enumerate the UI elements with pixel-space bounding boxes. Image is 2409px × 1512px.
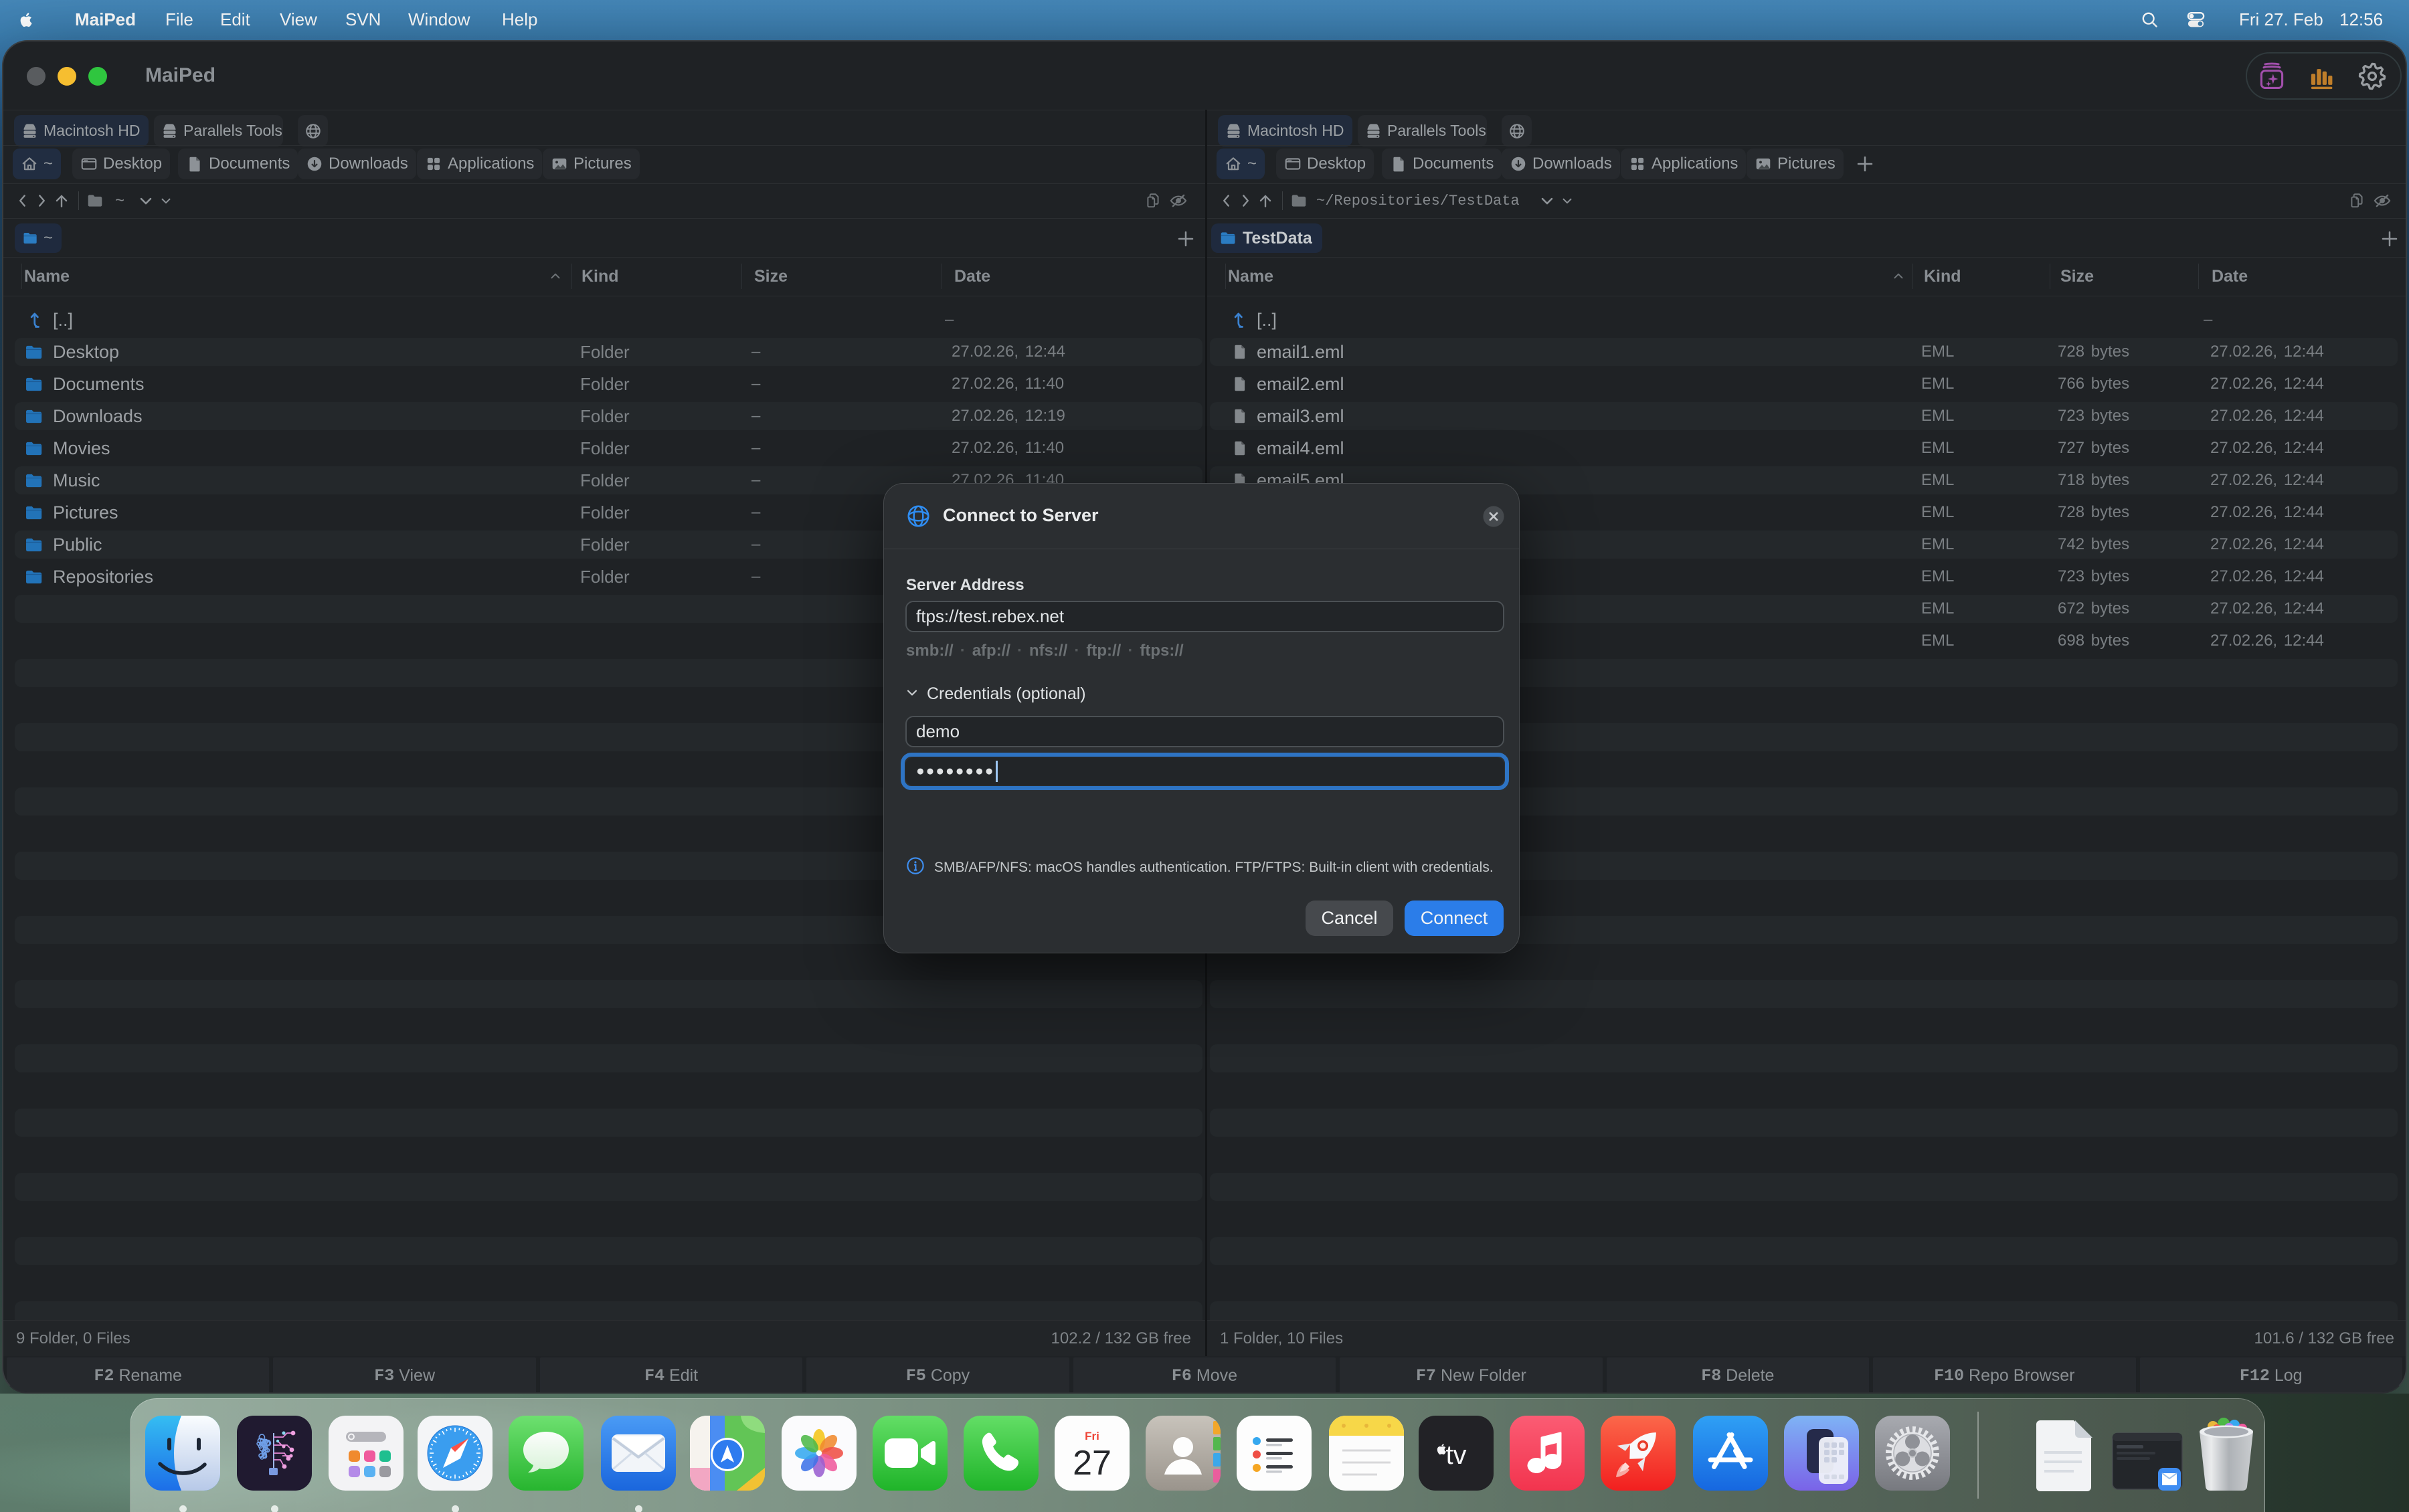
svg-text:Fri: Fri — [1085, 1430, 1099, 1442]
svg-text:27: 27 — [1073, 1444, 1111, 1483]
svg-text:tv: tv — [1445, 1440, 1466, 1470]
